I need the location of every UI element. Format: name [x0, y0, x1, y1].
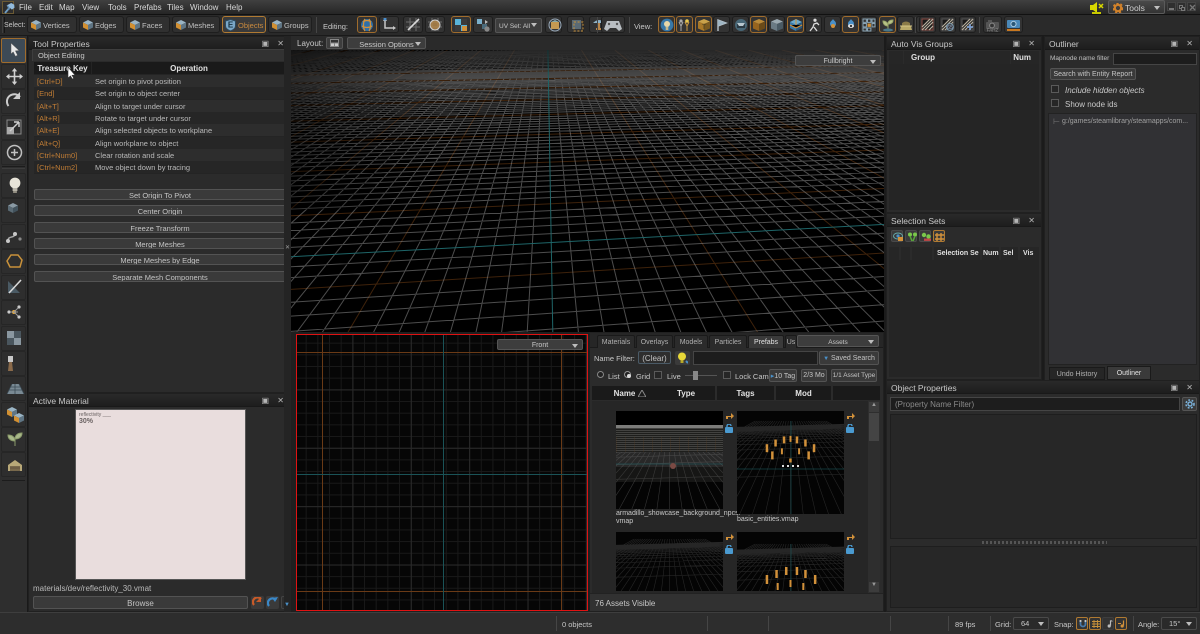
svg-text:FAHZ: FAHZ: [987, 28, 999, 33]
svg-text:65: 65: [947, 25, 953, 31]
svg-text:T: T: [702, 25, 706, 31]
svg-text:E: E: [228, 21, 234, 30]
